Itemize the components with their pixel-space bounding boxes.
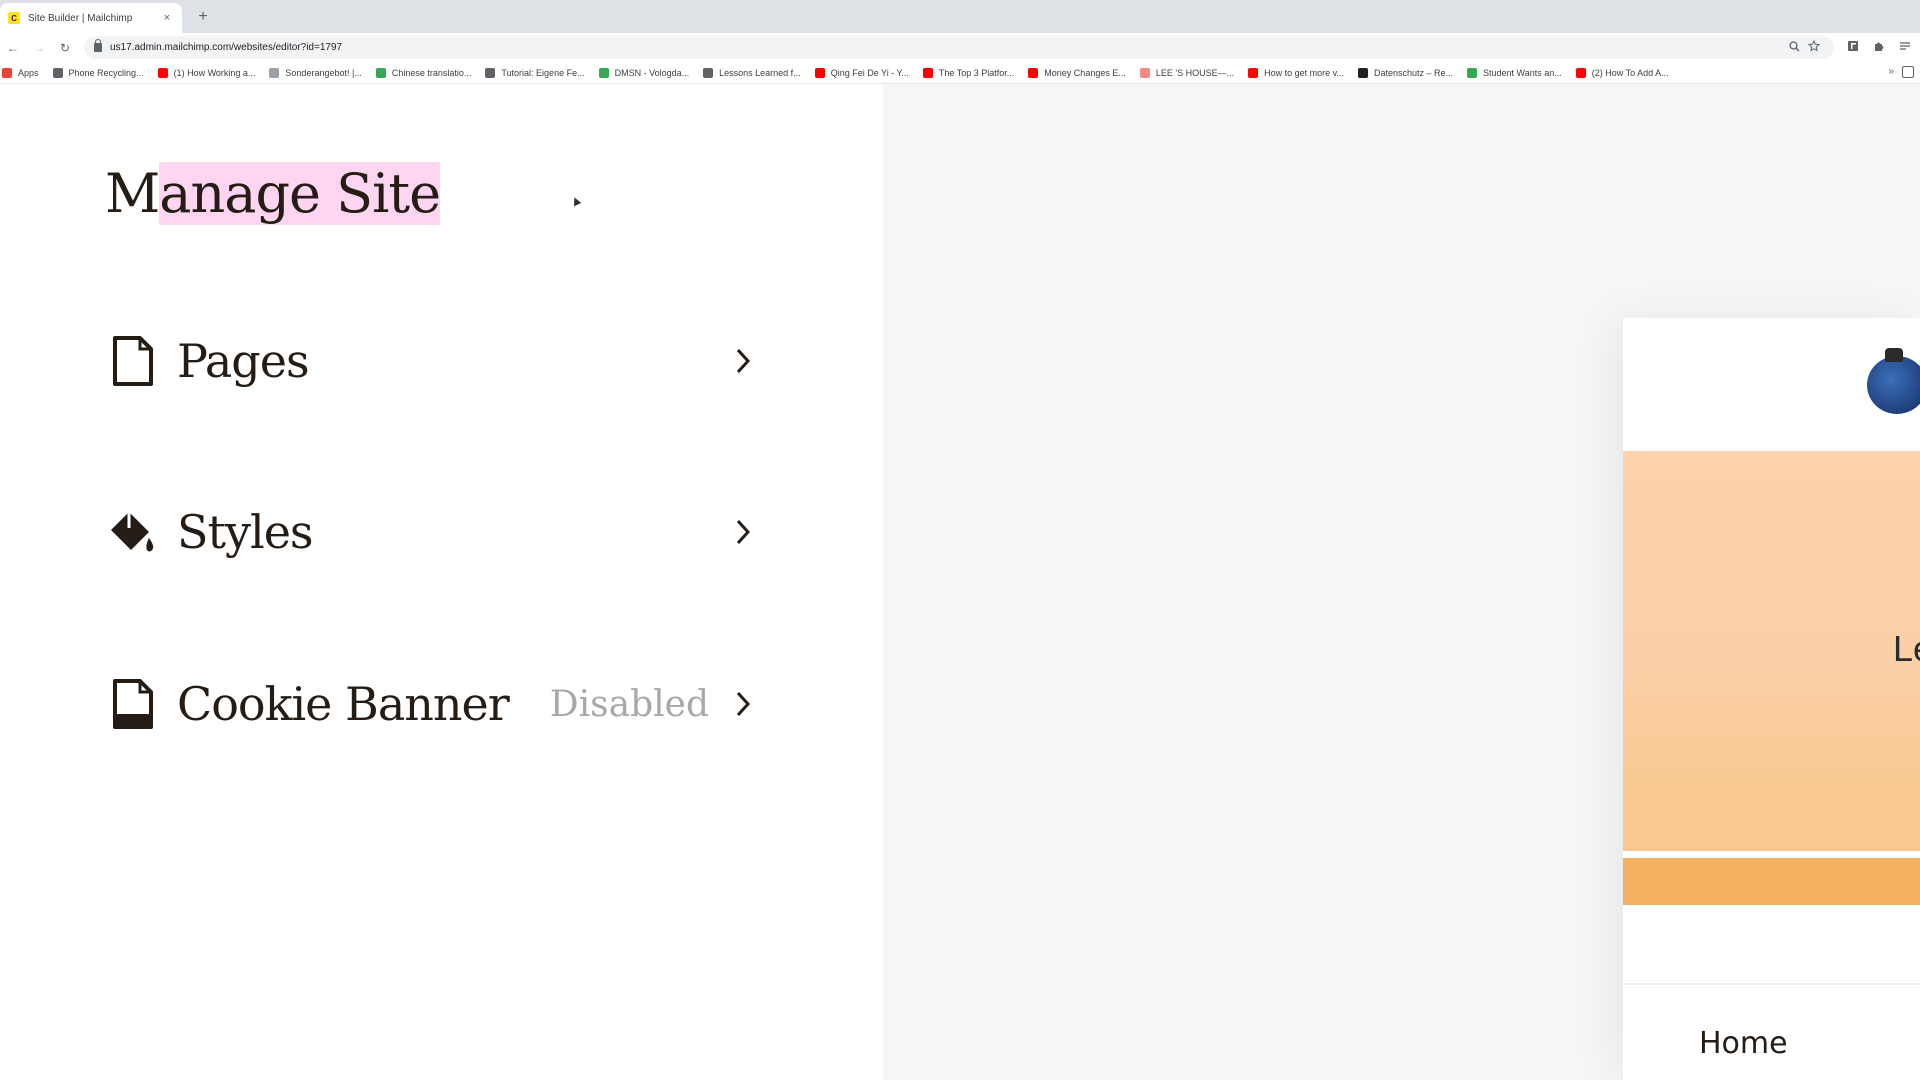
bookmark-item[interactable]: Tutorial: Eigene Fe... [485,67,585,78]
bookmark-item[interactable]: How to get more v... [1248,67,1344,78]
bookmark-item[interactable]: Phone Recycling... [52,67,144,78]
bookmark-item[interactable]: LEE 'S HOUSE—... [1139,67,1235,78]
page-title-first-letter: M [105,162,160,225]
bookmark-item[interactable]: Chinese translatio... [375,67,472,78]
bookmark-favicon-icon [375,67,386,78]
site-logo-icon [1867,356,1920,414]
page-icon [105,333,161,389]
bookmark-favicon-icon [1467,67,1478,78]
bookmark-label: Money Changes E... [1044,67,1126,78]
bookmark-star-icon[interactable] [1804,39,1824,55]
paint-bucket-icon [105,504,161,560]
bookmark-label: DMSN - Vologda... [614,67,690,78]
bookmark-item[interactable]: Money Changes E... [1028,67,1126,78]
extension-f-icon[interactable] [1840,40,1866,55]
preview-header [1623,318,1920,451]
bookmark-label: Lessons Learned f... [719,67,801,78]
extensions-puzzle-icon[interactable] [1866,40,1892,55]
bookmark-item[interactable]: Qing Fei De Yi - Y... [814,67,909,78]
bookmark-favicon-icon [1248,67,1259,78]
mailchimp-favicon-icon: C [8,12,20,24]
bookmark-favicon-icon [1139,67,1150,78]
manage-site-panel: Manage Site Pages Styles Cookie Banner D… [0,84,883,1080]
bookmark-label: The Top 3 Platfor... [938,67,1015,78]
bookmarks-overflow-button[interactable]: » [1888,66,1894,77]
bookmark-favicon-icon [1028,67,1039,78]
page-title-highlighted: anage Site [159,162,441,225]
menu-item-label: Styles [177,505,314,559]
reading-list-icon[interactable] [1892,40,1918,55]
bookmark-label: Qing Fei De Yi - Y... [830,67,909,78]
bookmark-label: Phone Recycling... [68,67,144,78]
bookmark-label: Chinese translatio... [391,67,472,78]
bookmark-label: Student Wants an... [1483,67,1562,78]
bookmark-label: Datenschutz – Re... [1373,67,1454,78]
bookmark-label: (2) How To Add A... [1591,67,1669,78]
bookmarks-bar: Apps Phone Recycling... (1) How Working a.… [0,62,1920,84]
reload-button[interactable]: ↻ [52,37,78,59]
status-badge: Disabled [549,683,709,725]
bookmark-favicon-icon [157,67,168,78]
bookmark-favicon-icon [598,67,609,78]
menu-item-label: Cookie Banner [177,677,510,731]
bookmark-item[interactable]: (2) How To Add A... [1575,67,1669,78]
chevron-right-icon [731,512,755,552]
bookmark-item[interactable]: Apps [2,67,39,78]
bookmark-label: (1) How Working a... [173,67,256,78]
menu-item-label: Pages [177,334,310,388]
browser-toolbar: ← → ↻ us17.admin.mailchimp.com/websites/… [0,33,1920,62]
preview-band [1623,858,1920,905]
bookmark-item[interactable]: (1) How Working a... [157,67,256,78]
chevron-right-icon [731,341,755,381]
menu-item-styles[interactable]: Styles [105,497,755,567]
bookmark-label: Sonderangebot! |... [285,67,362,78]
bookmark-label: Tutorial: Eigene Fe... [501,67,585,78]
back-button[interactable]: ← [0,37,26,59]
apps-grid-icon [2,67,12,78]
bookmark-item[interactable]: Student Wants an... [1467,67,1562,78]
bookmark-item[interactable]: Sonderangebot! |... [269,67,362,78]
zoom-icon[interactable] [1784,40,1804,55]
bookmark-label: Apps [18,67,39,78]
site-preview[interactable]: Le Home [1623,318,1920,1080]
bookmark-favicon-icon [703,67,714,78]
bookmark-item[interactable]: Datenschutz – Re... [1357,67,1454,78]
preview-nav-home[interactable]: Home [1699,1026,1788,1061]
bookmark-favicon-icon [52,67,63,78]
chevron-right-icon [731,684,755,724]
lock-icon[interactable] [94,39,102,52]
bookmark-label: How to get more v... [1264,67,1344,78]
browser-tab[interactable]: C Site Builder | Mailchimp × [0,3,182,33]
hero-heading: Le [1893,628,1920,669]
bookmark-item[interactable]: Lessons Learned f... [703,67,801,78]
address-bar[interactable]: us17.admin.mailchimp.com/websites/editor… [84,36,1834,59]
url-text[interactable]: us17.admin.mailchimp.com/websites/editor… [110,42,1784,53]
bookmark-item[interactable]: DMSN - Vologda... [598,67,690,78]
close-tab-icon[interactable]: × [160,12,174,24]
page-title: Manage Site [105,162,441,225]
mouse-cursor-icon [570,195,582,207]
forward-button[interactable]: → [26,37,52,59]
menu-item-pages[interactable]: Pages [105,326,755,396]
cookie-document-icon [105,676,161,732]
bookmark-favicon-icon [269,67,280,78]
bookmark-favicon-icon [1357,67,1368,78]
bookmark-item[interactable]: The Top 3 Platfor... [922,67,1015,78]
bookmark-favicon-icon [1575,67,1586,78]
menu-item-cookie-banner[interactable]: Cookie Banner Disabled [105,669,755,739]
preview-hero: Le [1623,451,1920,851]
bookmark-favicon-icon [814,67,825,78]
site-logo-hat-icon [1885,348,1903,362]
bookmark-label: LEE 'S HOUSE—... [1155,67,1235,78]
bookmark-favicon-icon [485,67,496,78]
bookmark-favicon-icon [922,67,933,78]
browser-tabstrip: C Site Builder | Mailchimp × + [0,0,1920,33]
preview-divider [1623,983,1920,985]
tab-title: Site Builder | Mailchimp [28,12,133,24]
new-tab-button[interactable]: + [192,6,214,28]
side-panel-icon[interactable] [1902,66,1914,78]
